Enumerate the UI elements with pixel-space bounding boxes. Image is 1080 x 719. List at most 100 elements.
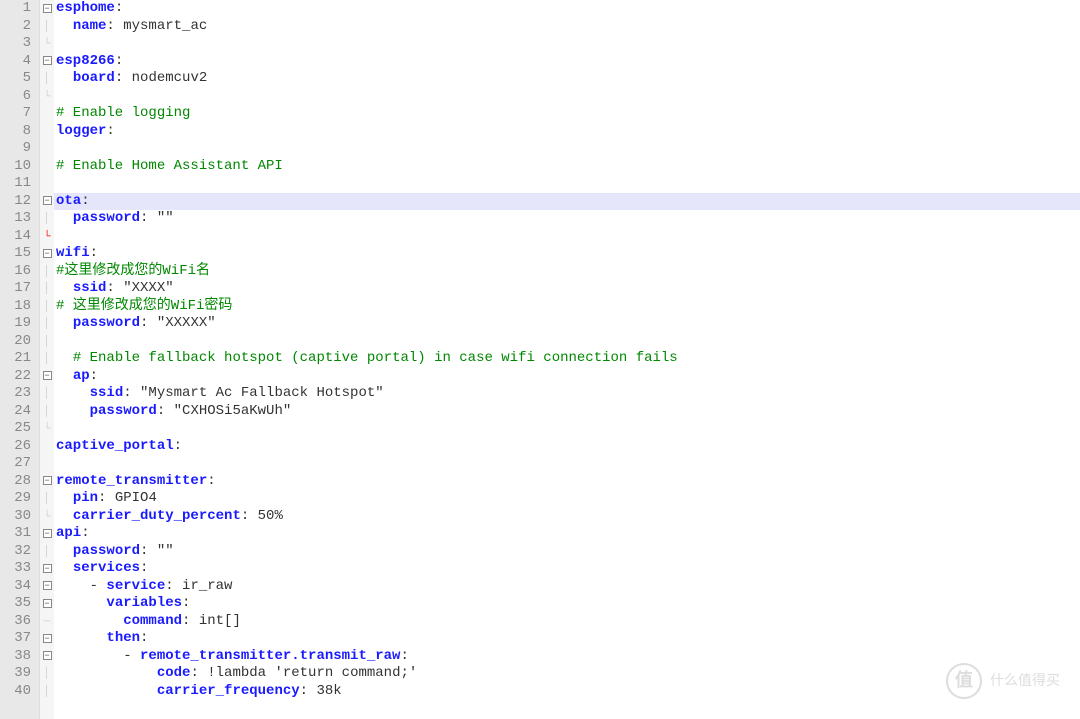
fold-toggle-icon[interactable]: − [43,599,52,608]
code-line[interactable]: then: [54,630,1080,648]
fold-marker[interactable]: − [40,193,54,211]
line-number: 30 [0,508,31,526]
code-line[interactable]: carrier_duty_percent: 50% [54,508,1080,526]
code-line[interactable]: password: "" [54,210,1080,228]
code-line[interactable]: command: int[] [54,613,1080,631]
fold-toggle-icon[interactable]: − [43,634,52,643]
line-number: 34 [0,578,31,596]
code-line[interactable]: services: [54,560,1080,578]
code-line[interactable]: esphome: [54,0,1080,18]
code-line[interactable]: # Enable logging [54,105,1080,123]
line-number: 18 [0,298,31,316]
code-line[interactable]: password: "" [54,543,1080,561]
line-number: 26 [0,438,31,456]
fold-marker: │ [40,543,54,561]
fold-marker: └ [40,228,54,246]
fold-marker [40,455,54,473]
fold-marker [40,105,54,123]
fold-marker: │ [40,315,54,333]
code-line[interactable]: logger: [54,123,1080,141]
code-line[interactable] [54,455,1080,473]
line-number: 10 [0,158,31,176]
line-number: 25 [0,420,31,438]
fold-marker: └ [40,508,54,526]
fold-marker: │ [40,70,54,88]
fold-toggle-icon[interactable]: − [43,4,52,13]
fold-marker[interactable]: − [40,0,54,18]
code-line[interactable] [54,140,1080,158]
code-line[interactable] [54,333,1080,351]
code-line[interactable] [54,88,1080,106]
code-line[interactable]: # Enable Home Assistant API [54,158,1080,176]
fold-marker[interactable]: − [40,595,54,613]
line-number: 36 [0,613,31,631]
fold-marker[interactable]: − [40,53,54,71]
code-line[interactable]: # 这里修改成您的WiFi密码 [54,298,1080,316]
fold-marker[interactable]: − [40,560,54,578]
fold-marker [40,175,54,193]
code-line[interactable] [54,35,1080,53]
code-line[interactable]: ssid: "XXXX" [54,280,1080,298]
code-line[interactable]: - service: ir_raw [54,578,1080,596]
code-line[interactable]: code: !lambda 'return command;' [54,665,1080,683]
code-area[interactable]: esphome: name: mysmart_ac esp8266: board:… [54,0,1080,719]
code-line[interactable] [54,228,1080,246]
fold-marker: ─ [40,613,54,631]
code-line[interactable]: pin: GPIO4 [54,490,1080,508]
code-line[interactable] [54,175,1080,193]
fold-marker: │ [40,210,54,228]
code-line[interactable]: # Enable fallback hotspot (captive porta… [54,350,1080,368]
code-line[interactable]: ap: [54,368,1080,386]
fold-marker: │ [40,683,54,701]
code-line[interactable]: ota: [54,193,1080,211]
code-line[interactable]: ssid: "Mysmart Ac Fallback Hotspot" [54,385,1080,403]
code-line[interactable]: board: nodemcuv2 [54,70,1080,88]
code-line[interactable]: password: "CXHOSi5aKwUh" [54,403,1080,421]
line-number: 8 [0,123,31,141]
fold-marker[interactable]: − [40,578,54,596]
code-line[interactable]: api: [54,525,1080,543]
fold-marker[interactable]: − [40,245,54,263]
fold-toggle-icon[interactable]: − [43,196,52,205]
code-line[interactable]: wifi: [54,245,1080,263]
code-line[interactable]: #这里修改成您的WiFi名 [54,263,1080,281]
fold-toggle-icon[interactable]: − [43,476,52,485]
fold-marker[interactable]: − [40,525,54,543]
line-number: 5 [0,70,31,88]
code-line[interactable]: variables: [54,595,1080,613]
fold-marker: │ [40,385,54,403]
line-number: 13 [0,210,31,228]
fold-toggle-icon[interactable]: − [43,651,52,660]
line-number: 38 [0,648,31,666]
code-line[interactable]: name: mysmart_ac [54,18,1080,36]
line-number: 20 [0,333,31,351]
code-line[interactable]: carrier_frequency: 38k [54,683,1080,701]
fold-marker [40,140,54,158]
fold-toggle-icon[interactable]: − [43,56,52,65]
code-line[interactable] [54,420,1080,438]
fold-marker: │ [40,403,54,421]
fold-toggle-icon[interactable]: − [43,371,52,380]
line-number: 6 [0,88,31,106]
fold-toggle-icon[interactable]: − [43,564,52,573]
fold-marker[interactable]: − [40,648,54,666]
fold-marker[interactable]: − [40,473,54,491]
line-number: 29 [0,490,31,508]
code-line[interactable]: - remote_transmitter.transmit_raw: [54,648,1080,666]
fold-marker: │ [40,298,54,316]
fold-toggle-icon[interactable]: − [43,581,52,590]
fold-gutter: −│└−│└−│└−││││││−││└−│└−│−−−─−−││ [40,0,54,719]
fold-toggle-icon[interactable]: − [43,529,52,538]
code-line[interactable]: remote_transmitter: [54,473,1080,491]
fold-marker[interactable]: − [40,630,54,648]
code-editor: 1234567891011121314151617181920212223242… [0,0,1080,719]
fold-toggle-icon[interactable]: − [43,249,52,258]
code-line[interactable]: captive_portal: [54,438,1080,456]
fold-marker: │ [40,665,54,683]
fold-marker[interactable]: − [40,368,54,386]
code-line[interactable]: esp8266: [54,53,1080,71]
code-line[interactable]: password: "XXXXX" [54,315,1080,333]
line-number: 32 [0,543,31,561]
line-number: 15 [0,245,31,263]
line-number: 16 [0,263,31,281]
